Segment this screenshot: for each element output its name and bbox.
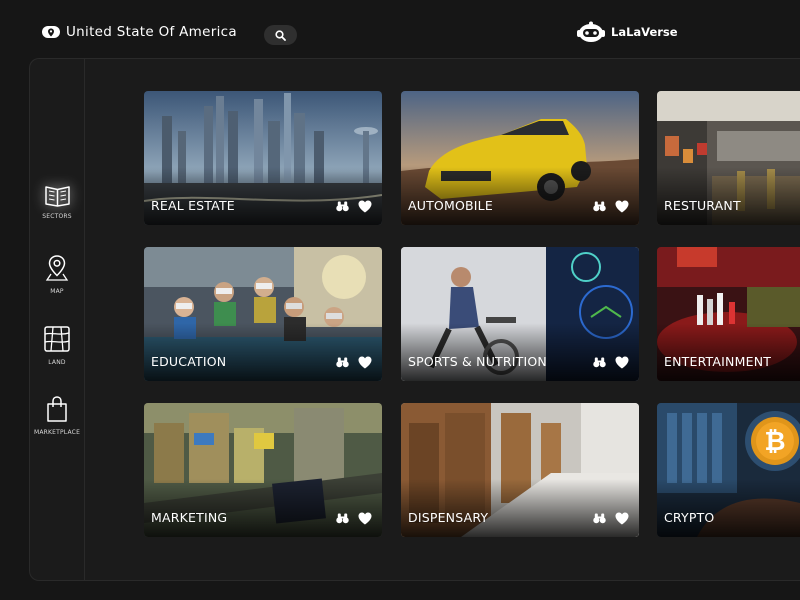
sidebar-item-map[interactable]: MAP: [29, 254, 85, 295]
card-actions: [336, 512, 372, 525]
binoculars-icon[interactable]: [336, 357, 349, 368]
sidebar-item-sectors[interactable]: SECTORS: [29, 183, 85, 220]
location-selector[interactable]: United State Of America: [42, 24, 237, 40]
sector-label: MARKETING: [151, 510, 228, 525]
sector-label: EDUCATION: [151, 354, 227, 369]
sector-card-crypto[interactable]: ₿ CRYPTO: [657, 403, 800, 537]
sidebar-item-land[interactable]: LAND: [29, 325, 85, 366]
sector-label: ENTERTAINMENT: [664, 354, 772, 369]
sector-label: AUTOMOBILE: [408, 198, 493, 213]
binoculars-icon[interactable]: [336, 201, 349, 212]
sector-card-resturant[interactable]: RESTURANT: [657, 91, 800, 225]
shopping-bag-icon: [47, 396, 67, 422]
sector-label: SPORTS & NUTRITION: [408, 354, 547, 369]
sector-card-education[interactable]: EDUCATION: [144, 247, 382, 381]
heart-icon[interactable]: [358, 512, 372, 525]
top-bar: United State Of America LaLaVerse: [0, 0, 800, 58]
sector-label: DISPENSARY: [408, 510, 489, 525]
card-actions: [593, 356, 629, 369]
sector-card-dispensary[interactable]: DISPENSARY: [401, 403, 639, 537]
brand-name: LaLaVerse: [611, 25, 678, 39]
sector-card-automobile[interactable]: AUTOMOBILE: [401, 91, 639, 225]
card-actions: [593, 200, 629, 213]
card-actions: [336, 200, 372, 213]
binoculars-icon[interactable]: [593, 357, 606, 368]
sidebar-item-label: MARKETPLACE: [33, 429, 81, 436]
land-grid-icon: [44, 326, 70, 352]
search-button[interactable]: [264, 25, 297, 45]
search-icon: [275, 29, 286, 41]
sidebar-item-label: SECTORS: [42, 213, 72, 220]
brand-logo[interactable]: LaLaVerse: [576, 21, 678, 43]
heart-icon[interactable]: [358, 200, 372, 213]
map-pin-icon: [45, 255, 69, 281]
sidebar-item-label: MAP: [50, 288, 64, 295]
sector-label: REAL ESTATE: [151, 198, 235, 213]
sector-card-real-estate[interactable]: REAL ESTATE: [144, 91, 382, 225]
location-title: United State Of America: [66, 24, 237, 40]
sector-card-marketing[interactable]: MARKETING: [144, 403, 382, 537]
sidebar-item-marketplace[interactable]: MARKETPLACE: [29, 395, 85, 436]
binoculars-icon[interactable]: [336, 513, 349, 524]
sector-card-entertainment[interactable]: ENTERTAINMENT: [657, 247, 800, 381]
sector-label: CRYPTO: [664, 510, 715, 525]
card-actions: [593, 512, 629, 525]
book-map-icon: [44, 186, 70, 207]
sector-label: RESTURANT: [664, 198, 741, 213]
svg-text:₿: ₿: [764, 427, 785, 457]
sector-card-sports-nutrition[interactable]: SPORTS & NUTRITION: [401, 247, 639, 381]
heart-icon[interactable]: [615, 200, 629, 213]
heart-icon[interactable]: [615, 356, 629, 369]
heart-icon[interactable]: [358, 356, 372, 369]
heart-icon[interactable]: [615, 512, 629, 525]
location-pin-icon: [42, 26, 60, 38]
binoculars-icon[interactable]: [593, 201, 606, 212]
robot-logo-icon: [577, 21, 605, 42]
sidebar: SECTORS MAP LAND MARKETPLACE: [29, 58, 85, 581]
binoculars-icon[interactable]: [593, 513, 606, 524]
sidebar-item-label: LAND: [48, 359, 66, 366]
card-actions: [336, 356, 372, 369]
